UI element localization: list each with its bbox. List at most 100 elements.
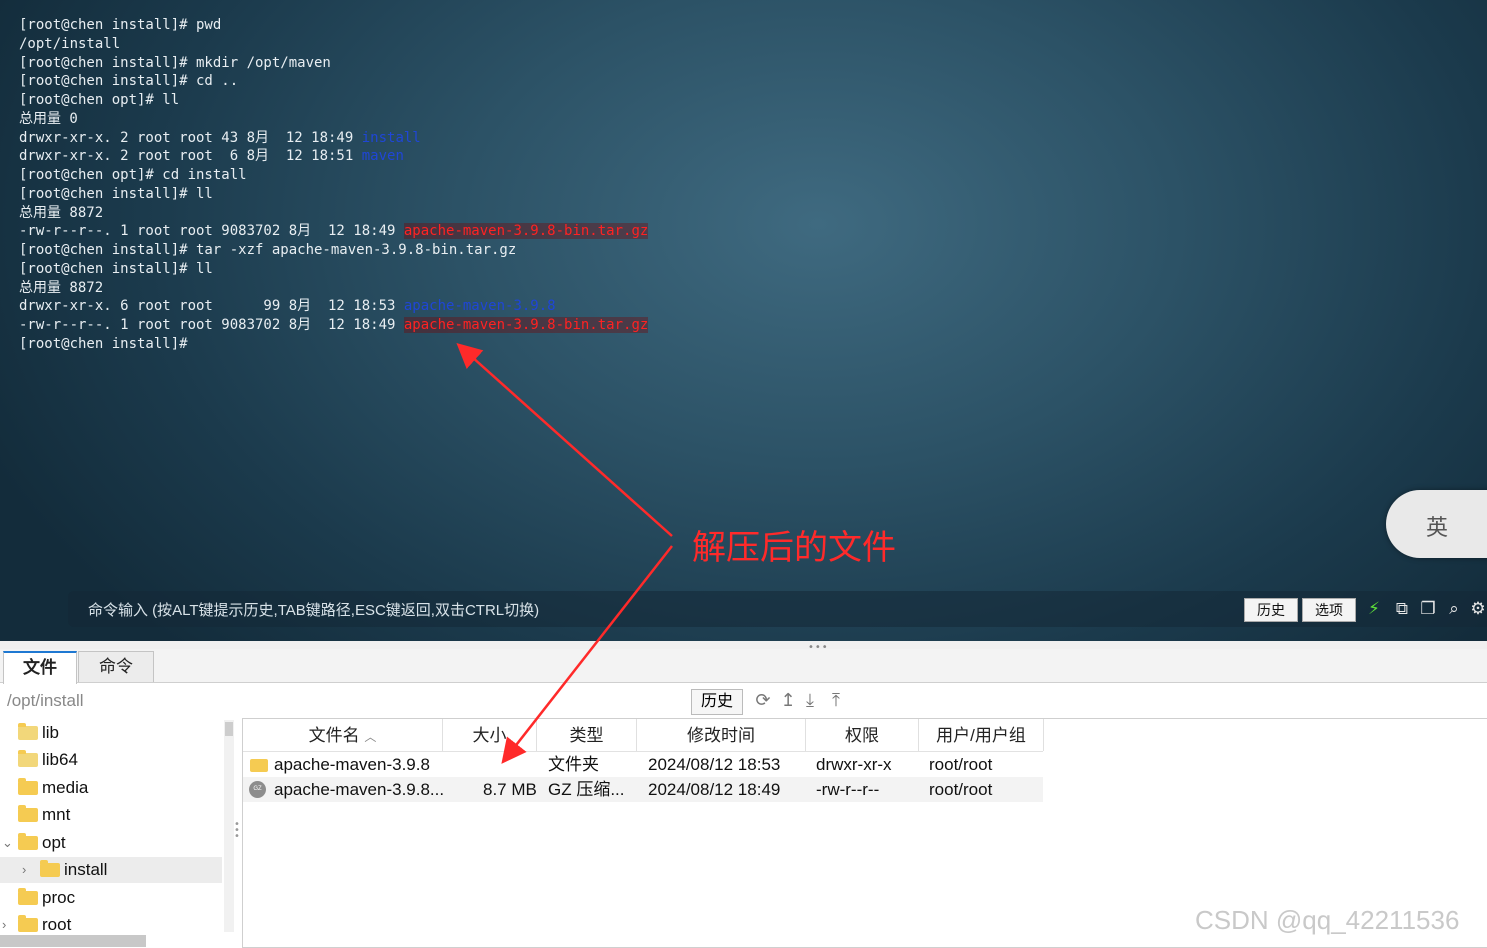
file-type: GZ 压缩... <box>548 780 625 799</box>
terminal-text: [root@chen opt]# ll <box>19 92 180 108</box>
up-directory-icon[interactable]: ↥ <box>777 689 799 713</box>
column-header-mtime[interactable]: 修改时间 <box>637 719 806 751</box>
terminal-line: drwxr-xr-x. 2 root root 43 8月 12 18:49 i… <box>19 129 648 148</box>
terminal-text: [root@chen install]# ll <box>19 260 213 277</box>
terminal-line: 总用量 8872 <box>19 279 648 298</box>
terminal-text: [root@chen install]# ll <box>19 185 213 202</box>
path-bar: /opt/install 历史 ⟳ ↥ ⤓ ⤒ <box>0 688 1487 715</box>
gear-icon[interactable]: ⚙ <box>1468 598 1487 620</box>
terminal-line: [root@chen install]# mkdir /opt/maven <box>19 54 648 73</box>
column-header-label: 文件名 <box>308 726 360 745</box>
copy-icon[interactable]: ⧉ <box>1392 598 1412 620</box>
archive-file-icon: GZ <box>249 781 266 798</box>
options-button[interactable]: 选项 <box>1302 598 1356 622</box>
tree-scrollbar-thumb[interactable] <box>225 722 233 736</box>
current-path[interactable]: /opt/install <box>7 691 84 711</box>
terminal-line: /opt/install <box>19 35 648 54</box>
terminal-line: -rw-r--r--. 1 root root 9083702 8月 12 18… <box>19 316 649 335</box>
terminal-text: drwxr-xr-x. 2 root root 43 8月 12 18:49 <box>19 129 362 146</box>
table-row[interactable]: apache-maven-3.9.8 文件夹 2024/08/12 18:53 … <box>243 752 1043 777</box>
file-name: apache-maven-3.9.8 <box>274 755 430 774</box>
file-owner: root/root <box>929 755 993 774</box>
terminal-text: [root@chen opt]# cd install <box>19 167 247 183</box>
tree-scrollbar[interactable] <box>224 720 234 932</box>
terminal-line: -rw-r--r--. 1 root root 9083702 8月 12 18… <box>19 222 649 241</box>
terminal-text: -rw-r--r--. 1 root root 9083702 8月 12 18… <box>19 223 404 240</box>
tree-horizontal-scrollbar[interactable] <box>0 935 146 947</box>
refresh-icon[interactable]: ⟳ <box>752 689 774 713</box>
terminal-text: -rw-r--r--. 1 root root 9083702 8月 12 18… <box>19 317 404 333</box>
terminal-line: [root@chen opt]# ll <box>19 91 648 110</box>
column-header-size[interactable]: 大小 <box>443 719 537 751</box>
terminal-text: [root@chen install]# pwd <box>19 17 222 33</box>
chevron-right-icon[interactable]: › <box>22 857 26 883</box>
folder-icon <box>18 778 38 795</box>
column-header-name[interactable]: 文件名 ︿ <box>243 719 443 751</box>
file-mtime: 2024/08/12 18:49 <box>648 780 781 799</box>
folder-icon <box>18 915 38 932</box>
terminal-output: [root@chen install]# pwd/opt/install [roo… <box>19 16 649 354</box>
file-size: 8.7 MB <box>483 780 537 799</box>
terminal-archive-name: apache-maven-3.9.8-bin.tar.gz <box>403 317 649 333</box>
tab-files[interactable]: 文件 <box>3 651 77 684</box>
tree-item-label: lib64 <box>42 750 78 769</box>
vertical-splitter-grip-icon[interactable]: • • • <box>234 820 240 842</box>
download-icon[interactable]: ⤓ <box>799 689 821 713</box>
upload-icon[interactable]: ⤒ <box>825 689 847 713</box>
folder-icon <box>250 759 268 772</box>
tree-item-lib64[interactable]: lib64 <box>0 747 222 773</box>
file-type: 文件夹 <box>548 755 599 774</box>
lightning-icon[interactable]: ⚡ <box>1364 598 1384 620</box>
terminal-line: [root@chen install]# <box>19 335 648 354</box>
tree-item-proc[interactable]: proc <box>0 885 222 911</box>
folder-icon <box>18 888 38 905</box>
command-input-hint: 命令输入 (按ALT键提示历史,TAB键路径,ESC键返回,双击CTRL切换) <box>88 602 540 619</box>
tree-item-media[interactable]: media <box>0 775 222 801</box>
file-mtime: 2024/08/12 18:53 <box>648 755 781 774</box>
tree-item-lib[interactable]: lib <box>0 720 222 746</box>
tree-item-label: proc <box>42 888 76 907</box>
tab-commands[interactable]: 命令 <box>78 651 154 682</box>
terminal-text: [root@chen install]# mkdir /opt/maven <box>19 54 331 71</box>
tree-item-mnt[interactable]: mnt <box>0 802 222 828</box>
history-button[interactable]: 历史 <box>1244 598 1298 622</box>
search-icon[interactable]: ⌕ <box>1444 598 1464 620</box>
ime-language-label: 英 <box>1426 516 1449 541</box>
terminal-line: 总用量 0 <box>19 110 648 129</box>
column-header-owner[interactable]: 用户/用户组 <box>919 719 1044 751</box>
folder-link-icon <box>18 750 38 767</box>
column-header-type[interactable]: 类型 <box>537 719 637 751</box>
chevron-down-icon[interactable]: ⌄ <box>2 830 13 856</box>
paste-icon[interactable]: ❐ <box>1418 598 1438 620</box>
ime-toolbar[interactable]: 英 <box>1386 490 1487 558</box>
folder-icon <box>40 860 60 877</box>
terminal-text: /opt/install <box>19 35 121 52</box>
terminal-line: [root@chen opt]# cd install <box>19 166 648 185</box>
folder-icon <box>18 805 38 822</box>
terminal-dir-name: install <box>361 129 421 146</box>
tree-item-label: lib <box>42 723 60 742</box>
tree-item-label: media <box>42 778 89 797</box>
file-permissions: drwxr-xr-x <box>816 755 892 774</box>
file-name: apache-maven-3.9.8... <box>274 780 445 799</box>
path-history-button[interactable]: 历史 <box>691 689 743 715</box>
table-row[interactable]: GZ apache-maven-3.9.8... 8.7 MB GZ 压缩...… <box>243 777 1043 802</box>
folder-icon <box>18 833 38 850</box>
terminal-text: 总用量 0 <box>19 110 78 127</box>
tree-item-label: opt <box>42 833 66 852</box>
directory-tree[interactable]: lib lib64 media mnt ⌄ opt › install proc… <box>0 716 222 948</box>
terminal-line: [root@chen install]# pwd <box>19 16 648 35</box>
pane-splitter[interactable] <box>0 641 1487 649</box>
tree-item-label: mnt <box>42 805 71 824</box>
terminal-text: [root@chen install]# <box>19 335 188 352</box>
terminal-text: [root@chen install]# tar -xzf apache-mav… <box>19 242 517 258</box>
tree-item-label: install <box>64 860 108 879</box>
column-header-permissions[interactable]: 权限 <box>806 719 919 751</box>
command-input-bar[interactable]: 命令输入 (按ALT键提示历史,TAB键路径,ESC键返回,双击CTRL切换) … <box>68 591 1487 627</box>
tree-item-install[interactable]: › install <box>0 857 222 883</box>
terminal-text: [root@chen install]# cd .. <box>19 73 239 90</box>
file-owner: root/root <box>929 780 993 799</box>
annotation-label: 解压后的文件 <box>692 528 896 568</box>
bottom-tabs: 文件 命令 <box>0 649 1487 684</box>
tree-item-opt[interactable]: ⌄ opt <box>0 830 222 856</box>
